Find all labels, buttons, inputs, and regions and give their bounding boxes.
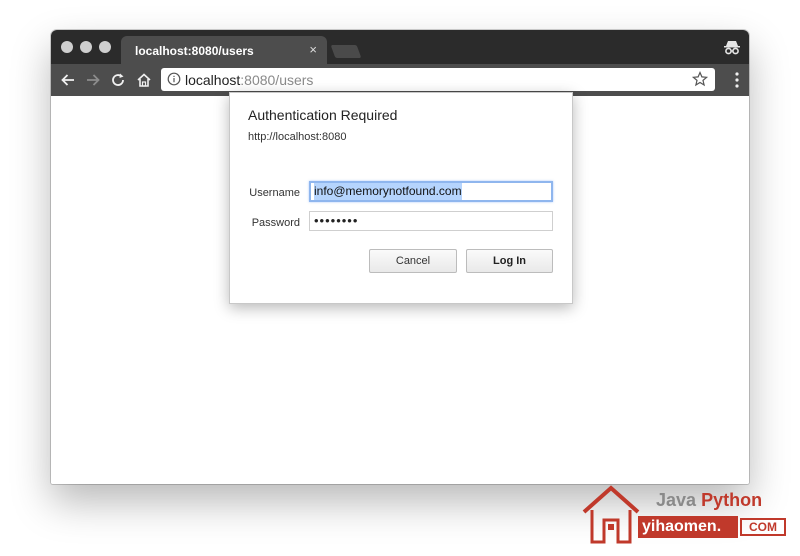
address-bar[interactable]: localhost:8080/users bbox=[161, 68, 715, 91]
info-icon[interactable] bbox=[167, 72, 181, 86]
house-logo-icon bbox=[582, 485, 640, 544]
watermark-java: Java bbox=[656, 490, 697, 510]
url-text: localhost:8080/users bbox=[185, 72, 313, 88]
watermark-text: Java Python bbox=[656, 490, 762, 511]
tab-title: localhost:8080/users bbox=[135, 44, 254, 58]
incognito-icon[interactable] bbox=[723, 38, 741, 56]
dialog-title: Authentication Required bbox=[248, 107, 398, 123]
username-input[interactable]: info@memorynotfound.com bbox=[309, 181, 553, 202]
minimize-window-button[interactable] bbox=[80, 41, 92, 53]
watermark-com: COM bbox=[740, 518, 786, 536]
url-host: localhost bbox=[185, 72, 241, 88]
watermark-logo: Java Python yihaomen. COM bbox=[580, 484, 790, 546]
new-tab-button[interactable] bbox=[330, 45, 362, 58]
menu-icon[interactable] bbox=[735, 72, 739, 88]
password-label: Password bbox=[251, 217, 300, 229]
dialog-origin: http://localhost:8080 bbox=[248, 131, 347, 143]
maximize-window-button[interactable] bbox=[99, 41, 111, 53]
back-icon[interactable] bbox=[59, 71, 77, 89]
home-icon[interactable] bbox=[135, 71, 153, 89]
forward-icon[interactable] bbox=[84, 71, 102, 89]
watermark-python: Python bbox=[701, 490, 763, 510]
username-value: info@memorynotfound.com bbox=[314, 183, 462, 200]
reload-icon[interactable] bbox=[109, 71, 127, 89]
password-input[interactable]: •••••••• bbox=[309, 211, 553, 231]
star-icon[interactable] bbox=[691, 70, 709, 88]
close-window-button[interactable] bbox=[61, 41, 73, 53]
tab-close-icon[interactable]: × bbox=[309, 42, 317, 57]
username-label: Username bbox=[249, 187, 300, 199]
watermark-site: yihaomen. bbox=[638, 516, 738, 538]
login-button[interactable]: Log In bbox=[466, 249, 553, 273]
title-bar: localhost:8080/users × bbox=[51, 30, 749, 64]
url-path: :8080/users bbox=[240, 72, 314, 88]
browser-tab[interactable]: localhost:8080/users × bbox=[121, 36, 327, 64]
cancel-button[interactable]: Cancel bbox=[369, 249, 457, 273]
auth-dialog: Authentication Required http://localhost… bbox=[229, 92, 573, 304]
